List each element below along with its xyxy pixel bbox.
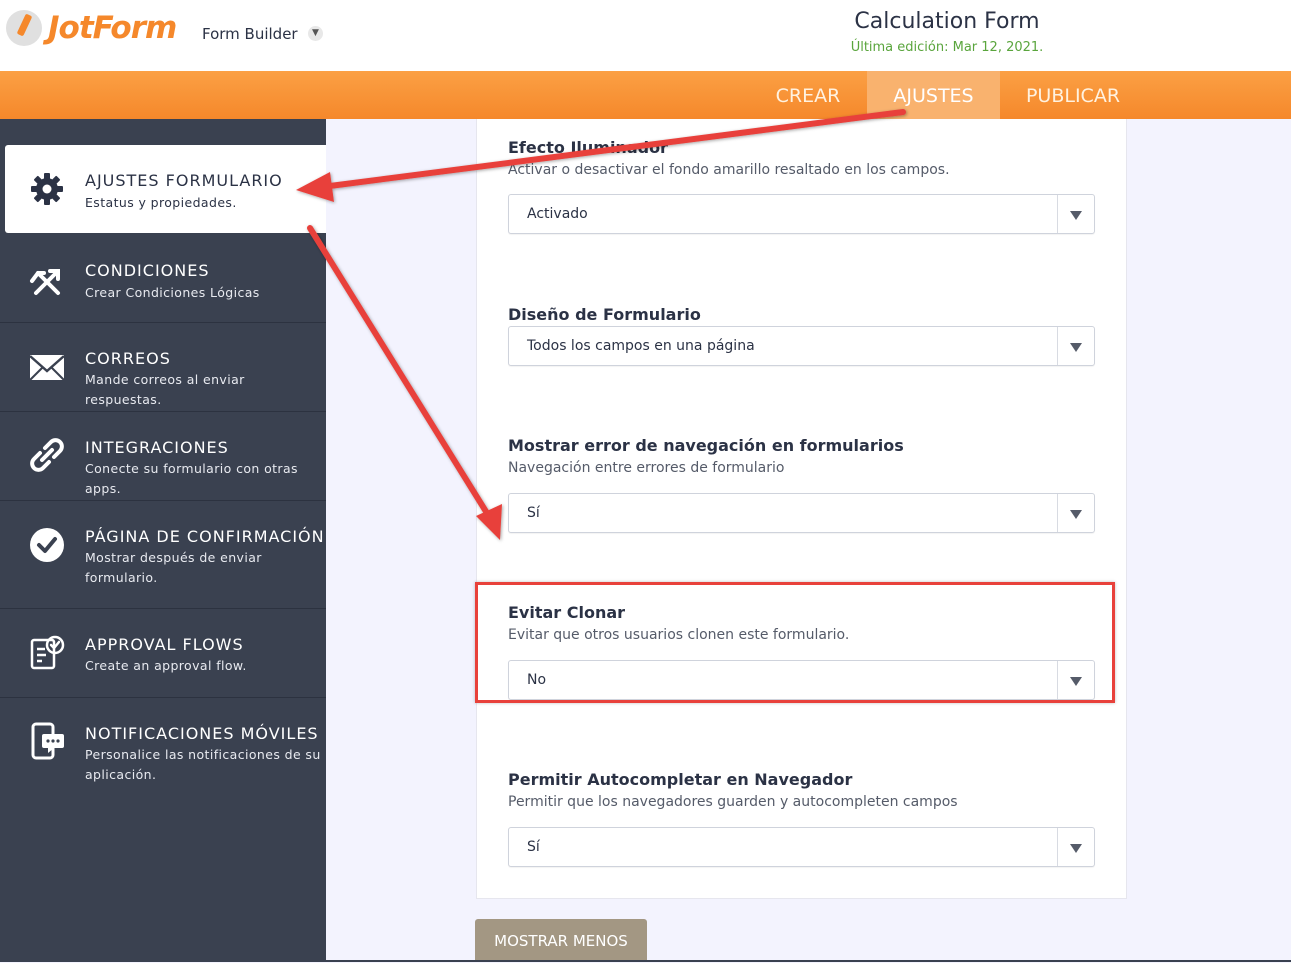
sidebar-item-desc: Mostrar después de enviar formulario. (85, 550, 262, 585)
sidebar-item-desc: Crear Condiciones Lógicas (85, 285, 260, 300)
setting-label-error-navegacion: Mostrar error de navegación en formulari… (508, 436, 904, 455)
setting-label-efecto-iluminador: Efecto Iluminador (508, 138, 668, 157)
sidebar-item-title: CONDICIONES (85, 261, 210, 280)
sidebar-item-desc: Personalice las notificaciones de su apl… (85, 747, 321, 782)
sidebar-item-desc: Conecte su formulario con otras apps. (85, 461, 298, 496)
sidebar-item-integraciones[interactable]: INTEGRACIONES Conecte su formulario con … (0, 412, 326, 501)
select-divider (1057, 494, 1058, 532)
caret-down-icon[interactable] (1070, 211, 1082, 220)
sidebar-item-notificaciones-moviles[interactable]: NOTIFICACIONES MÓVILES Personalice las n… (0, 698, 326, 798)
approval-icon (30, 635, 65, 670)
select-value: Todos los campos en una página (527, 338, 755, 354)
gear-icon (31, 173, 63, 205)
setting-label-autocompletar: Permitir Autocompletar en Navegador (508, 770, 853, 789)
caret-down-icon[interactable] (1070, 510, 1082, 519)
sidebar-item-title: NOTIFICACIONES MÓVILES (85, 724, 319, 743)
jotform-logo[interactable]: JotForm (6, 10, 177, 46)
form-title[interactable]: Calculation Form (797, 9, 1097, 34)
form-title-area: Calculation Form Última edición: Mar 12,… (797, 9, 1097, 55)
select-value: Activado (527, 206, 588, 222)
setting-desc-autocompletar: Permitir que los navegadores guarden y a… (508, 794, 958, 810)
setting-desc-efecto-iluminador: Activar o desactivar el fondo amarillo r… (508, 162, 950, 178)
caret-down-icon[interactable] (1070, 844, 1082, 853)
error-navegacion-select[interactable]: Sí (508, 493, 1095, 533)
caret-down-icon[interactable] (1070, 343, 1082, 352)
sidebar-item-pagina-confirmacion[interactable]: PÁGINA DE CONFIRMACIÓN Mostrar después d… (0, 501, 326, 609)
annotation-highlight-box (475, 582, 1115, 703)
sidebar-item-desc: Create an approval flow. (85, 658, 247, 673)
pencil-logo-icon (6, 10, 42, 46)
show-less-button[interactable]: MOSTRAR MENOS (475, 919, 647, 962)
sidebar-item-condiciones[interactable]: CONDICIONES Crear Condiciones Lógicas (0, 233, 326, 323)
logo-text: JotForm (48, 10, 177, 46)
select-divider (1057, 195, 1058, 233)
top-header: JotForm Form Builder ▼ Calculation Form … (0, 0, 1291, 71)
tab-publicar[interactable]: PUBLICAR (1010, 71, 1136, 119)
select-divider (1057, 828, 1058, 866)
check-circle-icon (30, 528, 64, 562)
select-value: Sí (527, 505, 540, 521)
mobile-chat-icon (31, 722, 64, 760)
envelope-icon (29, 355, 65, 381)
link-icon (30, 438, 64, 472)
form-builder-label[interactable]: Form Builder (202, 25, 298, 43)
autocompletar-select[interactable]: Sí (508, 827, 1095, 867)
sidebar-item-title: CORREOS (85, 349, 171, 368)
sidebar-item-ajustes-formulario[interactable]: AJUSTES FORMULARIO Estatus y propiedades… (5, 145, 326, 233)
annotation-arrow-to-panel (307, 225, 502, 540)
sidebar-item-desc: Estatus y propiedades. (85, 195, 237, 210)
select-divider (1057, 327, 1058, 365)
select-value: Sí (527, 839, 540, 855)
tab-ajustes[interactable]: AJUSTES (867, 71, 1000, 119)
diseno-formulario-select[interactable]: Todos los campos en una página (508, 326, 1095, 366)
sidebar-item-title: INTEGRACIONES (85, 438, 229, 457)
efecto-iluminador-select[interactable]: Activado (508, 194, 1095, 234)
main-nav: CREAR AJUSTES PUBLICAR (0, 71, 1291, 119)
sidebar-item-title: PÁGINA DE CONFIRMACIÓN (85, 527, 325, 546)
chevron-down-icon[interactable]: ▼ (308, 26, 323, 41)
sidebar-item-title: AJUSTES FORMULARIO (85, 171, 283, 190)
sidebar-item-approval-flows[interactable]: APPROVAL FLOWS Create an approval flow. (0, 609, 326, 698)
setting-label-diseno-formulario: Diseño de Formulario (508, 305, 701, 324)
sidebar-item-desc: Mande correos al enviar respuestas. (85, 372, 245, 407)
conditions-icon (30, 269, 60, 295)
setting-desc-error-navegacion: Navegación entre errores de formulario (508, 460, 785, 476)
sidebar-item-title: APPROVAL FLOWS (85, 635, 244, 654)
sidebar-item-correos[interactable]: CORREOS Mande correos al enviar respuest… (0, 323, 326, 412)
tab-crear[interactable]: CREAR (760, 71, 856, 119)
last-edit-date: Última edición: Mar 12, 2021. (850, 40, 1044, 55)
